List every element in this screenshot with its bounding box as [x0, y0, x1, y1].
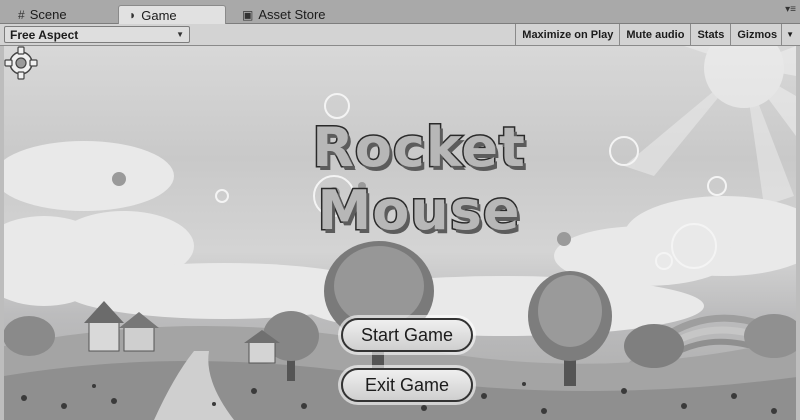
aspect-dropdown[interactable]: Free Aspect ▼: [4, 26, 190, 43]
tab-asset-store-label: Asset Store: [258, 7, 326, 22]
editor-tab-bar: # Scene ◗ Game ▣ Asset Store ▾≡: [0, 0, 800, 24]
game-controller-icon: ◗: [129, 8, 137, 22]
grid-icon: #: [18, 7, 25, 22]
tab-scene-label: Scene: [29, 7, 67, 22]
game-view-toolbar: Free Aspect ▼ Maximize on Play Mute audi…: [0, 24, 800, 46]
stats-toggle[interactable]: Stats: [690, 24, 730, 45]
game-title: Rocket Mouse: [311, 115, 527, 244]
tab-asset-store[interactable]: ▣ Asset Store: [232, 5, 352, 24]
game-view[interactable]: Rocket Mouse Start Game Exit Game: [4, 46, 796, 420]
chevron-down-icon: ▼: [781, 24, 794, 45]
tab-game-label: Game: [141, 7, 177, 23]
start-game-button[interactable]: Start Game: [341, 318, 473, 352]
maximize-on-play-toggle[interactable]: Maximize on Play: [515, 24, 619, 45]
aspect-label: Free Aspect: [10, 27, 79, 42]
window-options-icon[interactable]: ▾≡: [785, 4, 796, 15]
gear-icon[interactable]: [4, 46, 38, 80]
gizmos-dropdown[interactable]: Gizmos ▼: [730, 24, 800, 45]
chevron-down-icon: ▼: [176, 30, 184, 39]
store-bag-icon: ▣: [242, 7, 254, 22]
gizmos-label: Gizmos: [737, 28, 778, 41]
tab-game[interactable]: ◗ Game: [118, 5, 226, 24]
tab-scene[interactable]: # Scene: [8, 5, 113, 24]
exit-game-button[interactable]: Exit Game: [341, 368, 473, 402]
mute-audio-toggle[interactable]: Mute audio: [619, 24, 690, 45]
